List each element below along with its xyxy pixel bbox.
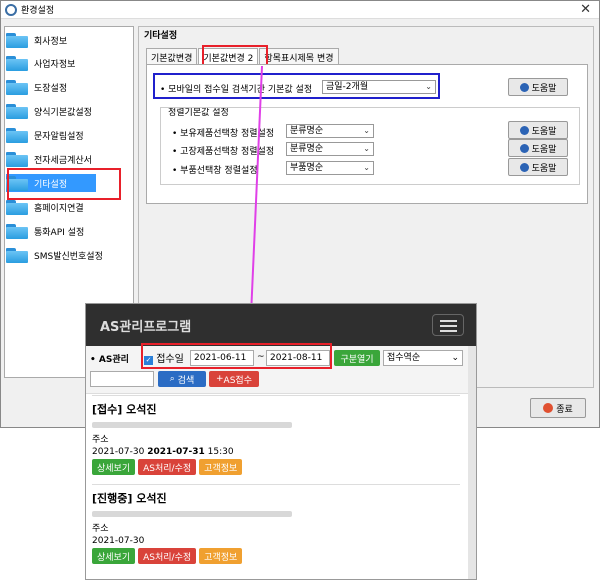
detail-button[interactable]: 상세보기 — [92, 548, 136, 564]
sidebar-item-label: 사업자정보 — [34, 59, 76, 70]
title-bar: 환경설정 ✕ — [1, 1, 599, 19]
card-buttons: 상세보기 AS처리/수정 고객정보 — [92, 548, 460, 564]
toggle-category-button[interactable]: 구분열기 — [334, 350, 380, 366]
sidebar-item-label: 통화API 설정 — [34, 227, 85, 238]
folder-icon — [6, 247, 28, 263]
highlight-active-tab — [202, 45, 268, 66]
sidebar-item[interactable]: 홈페이지연결 — [6, 198, 84, 216]
add-as-button[interactable]: + AS접수 — [209, 371, 259, 387]
help-icon — [519, 143, 529, 153]
folder-icon — [6, 127, 28, 143]
redacted-info — [92, 422, 292, 428]
mobile-header: AS관리프로그램 — [86, 304, 476, 346]
chevron-down-icon: ⌄ — [363, 144, 370, 153]
sidebar-item-label: SMS발신번호설정 — [34, 251, 103, 262]
window-title: 환경설정 — [21, 6, 55, 16]
folder-icon — [6, 103, 28, 119]
tab-item-titles[interactable]: 항목표시제목 변경 — [259, 48, 339, 65]
sidebar-item[interactable]: 문자알림설정 — [6, 126, 84, 144]
as-process-button[interactable]: AS처리/수정 — [138, 459, 197, 475]
sidebar-item-label: 문자알림설정 — [34, 131, 84, 142]
card-dates: 2021-07-30 — [92, 536, 145, 546]
sidebar-item[interactable]: 도장설정 — [6, 78, 67, 96]
sidebar-item-label: 홈페이지연결 — [34, 203, 84, 214]
help-button-sort[interactable]: 도움말 — [508, 158, 568, 176]
plus-icon: + — [216, 374, 224, 384]
chevron-down-icon: ⌄ — [363, 163, 370, 172]
sidebar-item[interactable]: 사업자정보 — [6, 54, 75, 72]
hamburger-menu-icon[interactable] — [432, 314, 464, 336]
sidebar-item[interactable]: 통화API 설정 — [6, 222, 84, 240]
exit-button[interactable]: 종료 — [530, 398, 586, 418]
redacted-info — [92, 511, 292, 517]
folder-icon — [6, 55, 28, 71]
sidebar-item-label: 회사정보 — [34, 36, 68, 47]
keyword-input[interactable] — [90, 371, 154, 387]
chevron-down-icon: ⌄ — [363, 126, 370, 135]
sort-row-label: • 부품선택창 정렬설정 — [172, 166, 258, 176]
card-address: 주소 — [92, 435, 109, 445]
detail-button[interactable]: 상세보기 — [92, 459, 136, 475]
folder-icon — [6, 151, 28, 167]
sidebar-item-label: 도장설정 — [34, 83, 68, 94]
sidebar-item[interactable]: 전자세금계산서 — [6, 150, 92, 168]
sort-row-select[interactable]: 분류명순 ⌄ — [286, 142, 374, 156]
close-icon[interactable]: ✕ — [580, 2, 591, 17]
card-title: [접수] 오석진 — [92, 403, 157, 416]
sidebar-item-label: 양식기본값설정 — [34, 107, 92, 118]
list-item: [접수] 오석진주소 2021-07-30 2021-07-31 15:30 상세보… — [92, 401, 460, 475]
folder-icon — [6, 79, 28, 95]
sidebar-item[interactable]: 회사정보 — [6, 31, 67, 49]
sort-select[interactable]: 접수역순 ⌄ — [383, 350, 463, 366]
exit-icon — [543, 403, 554, 413]
as-process-button[interactable]: AS처리/수정 — [138, 548, 197, 564]
help-button-sort[interactable]: 도움말 — [508, 139, 568, 157]
search-button[interactable]: ⌕ 검색 — [158, 371, 206, 387]
sort-row-select[interactable]: 부품명순 ⌄ — [286, 161, 374, 175]
folder-icon — [6, 32, 28, 48]
sort-row-select[interactable]: 분류명순 ⌄ — [286, 124, 374, 138]
sidebar-item-label: 전자세금계산서 — [34, 155, 92, 166]
sidebar-item[interactable]: 양식기본값설정 — [6, 102, 92, 120]
mobile-scrollbar[interactable] — [468, 346, 476, 579]
chevron-down-icon: ⌄ — [451, 353, 459, 363]
card-separator — [92, 395, 460, 396]
sort-row-label: • 고장제품선택창 정렬설정 — [172, 147, 275, 157]
mobile-section-label: • AS관리 — [90, 355, 129, 365]
help-icon — [519, 82, 529, 92]
customer-info-button[interactable]: 고객정보 — [199, 459, 243, 475]
card-separator — [92, 484, 460, 485]
sort-row-label: • 보유제품선택창 정렬설정 — [172, 129, 275, 139]
tab-default-1[interactable]: 기본값변경 — [146, 48, 198, 65]
card-address: 주소 — [92, 524, 109, 534]
card-dates: 2021-07-30 2021-07-31 15:30 — [92, 447, 234, 457]
help-button-mobile-period[interactable]: 도움말 — [508, 78, 568, 96]
card-title: [진행중] 오석진 — [92, 492, 167, 505]
card-buttons: 상세보기 AS처리/수정 고객정보 — [92, 459, 460, 475]
sidebar-item[interactable]: SMS발신번호설정 — [6, 246, 103, 264]
mobile-app-title: AS관리프로그램 — [100, 320, 192, 335]
folder-icon — [6, 223, 28, 239]
help-icon — [519, 162, 529, 172]
folder-icon — [6, 199, 28, 215]
highlight-date-range — [141, 343, 332, 369]
search-icon: ⌕ — [169, 374, 178, 384]
help-button-sort[interactable]: 도움말 — [508, 121, 568, 139]
customer-info-button[interactable]: 고객정보 — [199, 548, 243, 564]
help-icon — [519, 125, 529, 135]
pane-title: 기타설정 — [144, 31, 178, 41]
list-item: [진행중] 오석진주소 2021-07-30 상세보기 AS처리/수정 고객정보 — [92, 490, 460, 564]
highlight-mobile-period — [153, 73, 440, 99]
gear-icon — [5, 3, 17, 16]
highlight-sidebar-selected — [7, 168, 121, 200]
